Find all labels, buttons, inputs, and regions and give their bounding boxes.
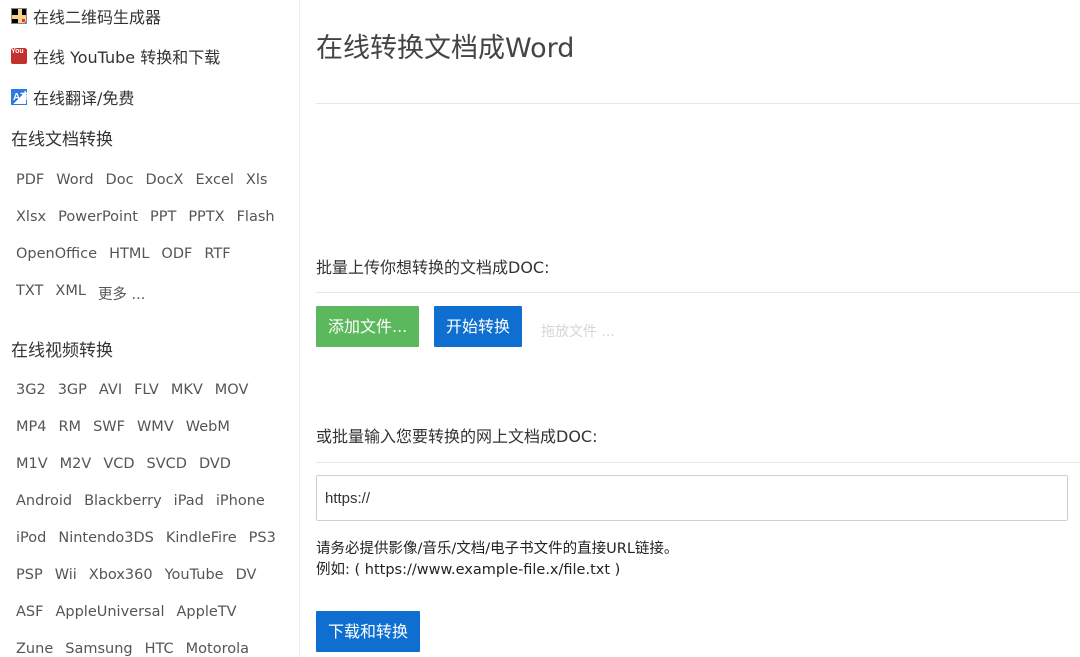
video-format-link[interactable]: AppleUniversal <box>55 604 164 620</box>
doc-format-link[interactable]: PPT <box>150 209 176 225</box>
qr-code-icon <box>11 8 27 24</box>
doc-format-link[interactable]: OpenOffice <box>16 246 97 262</box>
video-format-link[interactable]: SWF <box>93 419 125 435</box>
youtube-converter-label: 在线 YouTube 转换和下载 <box>33 48 221 67</box>
video-format-link[interactable]: 3G2 <box>16 382 46 398</box>
translate-link[interactable]: A文 在线翻译/免费 <box>11 85 134 109</box>
youtube-icon: You Tube <box>11 48 42 64</box>
video-format-row: Android Blackberry iPad iPhone <box>16 493 265 509</box>
video-format-row: M1V M2V VCD SVCD DVD <box>16 456 231 472</box>
start-convert-button[interactable]: 开始转换 <box>434 306 523 347</box>
video-format-link[interactable]: Nintendo3DS <box>58 530 154 546</box>
video-format-row: MP4 RM SWF WMV WebM <box>16 419 230 435</box>
doc-format-link[interactable]: Flash <box>237 209 275 225</box>
qr-generator-label: 在线二维码生成器 <box>33 8 162 27</box>
video-format-link[interactable]: DVD <box>199 456 231 472</box>
video-format-link[interactable]: KindleFire <box>166 530 237 546</box>
doc-format-link[interactable]: PPTX <box>188 209 224 225</box>
url-example: 例如: ( https://www.example-file.x/file.tx… <box>316 562 621 578</box>
upload-label: 批量上传你想转换的文档成DOC: <box>316 258 550 277</box>
video-format-link[interactable]: MKV <box>171 382 203 398</box>
youtube-converter-link[interactable]: You Tube 在线 YouTube 转换和下载 <box>11 44 220 68</box>
video-format-link[interactable]: Xbox360 <box>89 567 153 583</box>
video-format-row: ASF AppleUniversal AppleTV <box>16 604 237 620</box>
qr-generator-link[interactable]: 在线二维码生成器 <box>11 4 161 28</box>
doc-format-link[interactable]: HTML <box>109 246 149 262</box>
video-format-link[interactable]: Android <box>16 493 72 509</box>
doc-format-link[interactable]: Xlsx <box>16 209 46 225</box>
url-label: 或批量输入您要转换的网上文档成DOC: <box>316 427 598 446</box>
doc-format-link[interactable]: XML <box>55 283 86 304</box>
video-format-link[interactable]: iPod <box>16 530 46 546</box>
doc-format-row: OpenOffice HTML ODF RTF <box>16 246 231 262</box>
translate-label: 在线翻译/免费 <box>33 89 135 108</box>
doc-conversion-title: 在线文档转换 <box>11 130 113 150</box>
video-format-link[interactable]: VCD <box>103 456 134 472</box>
main-content: 在线转换文档成Word 批量上传你想转换的文档成DOC: 添加文件... 开始转… <box>316 0 1080 657</box>
sidebar: 在线二维码生成器 You Tube 在线 YouTube 转换和下载 A文 在线… <box>0 0 300 657</box>
doc-format-link[interactable]: RTF <box>204 246 230 262</box>
download-convert-button[interactable]: 下载和转换 <box>316 611 421 652</box>
video-format-row: 3G2 3GP AVI FLV MKV MOV <box>16 382 248 398</box>
translate-icon: A文 <box>11 89 30 105</box>
video-format-link[interactable]: Motorola <box>186 641 249 657</box>
doc-format-link[interactable]: 更多 ... <box>98 283 145 304</box>
video-format-link[interactable]: SVCD <box>147 456 187 472</box>
video-format-row: Zune Samsung HTC Motorola <box>16 641 249 657</box>
video-format-link[interactable]: iPad <box>174 493 204 509</box>
doc-format-link[interactable]: Xls <box>246 172 268 188</box>
video-format-link[interactable]: DV <box>236 567 257 583</box>
doc-format-link[interactable]: Doc <box>106 172 134 188</box>
add-files-button[interactable]: 添加文件... <box>316 306 420 347</box>
video-format-link[interactable]: YouTube <box>165 567 224 583</box>
doc-format-row: Xlsx PowerPoint PPT PPTX Flash <box>16 209 275 225</box>
divider <box>316 103 1080 104</box>
url-hint: 请务必提供影像/音乐/文档/电子书文件的直接URL链接。 <box>316 541 679 557</box>
video-format-link[interactable]: 3GP <box>58 382 87 398</box>
video-format-link[interactable]: AVI <box>99 382 122 398</box>
video-format-link[interactable]: MP4 <box>16 419 46 435</box>
video-format-row: PSP Wii Xbox360 YouTube DV <box>16 567 256 583</box>
video-format-link[interactable]: M1V <box>16 456 48 472</box>
url-input[interactable] <box>316 475 1068 521</box>
video-format-link[interactable]: RM <box>58 419 81 435</box>
doc-format-link[interactable]: PowerPoint <box>58 209 138 225</box>
doc-format-link[interactable]: Excel <box>196 172 234 188</box>
page-title: 在线转换文档成Word <box>316 33 575 65</box>
video-format-link[interactable]: Wii <box>55 567 77 583</box>
video-format-link[interactable]: HTC <box>145 641 174 657</box>
video-format-link[interactable]: MOV <box>215 382 249 398</box>
doc-format-link[interactable]: TXT <box>16 283 43 304</box>
divider <box>316 292 1080 293</box>
doc-format-link[interactable]: Word <box>56 172 93 188</box>
doc-format-row: TXT XML 更多 ... <box>16 283 145 304</box>
video-format-row: iPod Nintendo3DS KindleFire PS3 <box>16 530 276 546</box>
video-format-link[interactable]: ASF <box>16 604 43 620</box>
video-format-link[interactable]: WMV <box>137 419 174 435</box>
doc-format-link[interactable]: ODF <box>161 246 192 262</box>
video-format-link[interactable]: AppleTV <box>177 604 237 620</box>
video-format-link[interactable]: iPhone <box>216 493 265 509</box>
video-format-link[interactable]: Samsung <box>65 641 132 657</box>
doc-format-link[interactable]: DocX <box>146 172 184 188</box>
drop-zone-hint[interactable]: 拖放文件 ... <box>541 321 615 341</box>
doc-format-row: PDF Word Doc DocX Excel Xls <box>16 172 267 188</box>
video-format-link[interactable]: Zune <box>16 641 53 657</box>
video-format-link[interactable]: FLV <box>134 382 159 398</box>
video-conversion-title: 在线视频转换 <box>11 341 113 361</box>
divider <box>316 462 1080 463</box>
video-format-link[interactable]: Blackberry <box>84 493 162 509</box>
video-format-link[interactable]: WebM <box>186 419 230 435</box>
video-format-link[interactable]: PSP <box>16 567 43 583</box>
video-format-link[interactable]: PS3 <box>249 530 276 546</box>
doc-format-link[interactable]: PDF <box>16 172 44 188</box>
video-format-link[interactable]: M2V <box>60 456 92 472</box>
